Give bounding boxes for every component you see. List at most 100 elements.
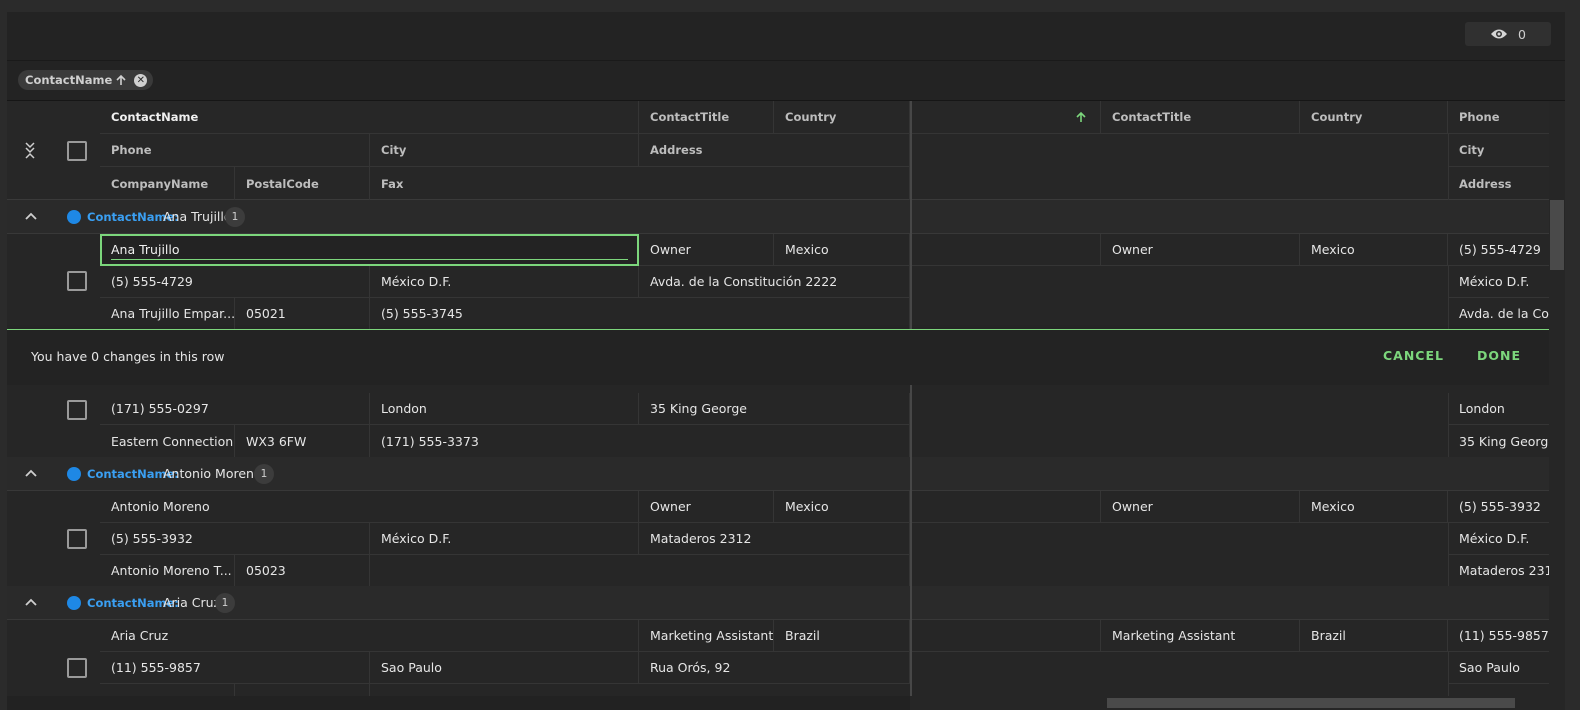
- cell-contacttitle[interactable]: Marketing Assistant: [639, 620, 774, 652]
- cell-contactname[interactable]: Antonio Moreno: [100, 491, 639, 523]
- chevron-up-icon[interactable]: [23, 595, 39, 611]
- cell-right-contacttitle[interactable]: Owner: [1101, 234, 1300, 266]
- chevron-up-icon[interactable]: [23, 466, 39, 482]
- cell-city[interactable]: Sao Paulo: [370, 652, 639, 684]
- header-country[interactable]: Country: [774, 101, 910, 134]
- cell-right-country[interactable]: Brazil: [1300, 620, 1448, 652]
- header-postalcode[interactable]: PostalCode: [235, 167, 370, 200]
- select-all-checkbox[interactable]: [67, 141, 87, 161]
- cell-phone[interactable]: (5) 555-4729: [100, 266, 370, 298]
- cell-city[interactable]: London: [370, 393, 639, 425]
- chevron-up-icon[interactable]: [23, 209, 39, 225]
- cell-right-address[interactable]: 35 King George: [1448, 425, 1549, 457]
- cell-right-contacttitle[interactable]: Marketing Assistant: [1101, 620, 1300, 652]
- group-row[interactable]: ContactName: Antonio Moreno 1: [7, 457, 1549, 491]
- vertical-scrollbar[interactable]: [1549, 101, 1565, 710]
- group-row[interactable]: ContactName: Ana Trujillo 1: [7, 200, 1549, 234]
- vertical-scrollbar-thumb[interactable]: [1550, 200, 1564, 270]
- done-button[interactable]: DONE: [1477, 348, 1521, 363]
- header-right-phone[interactable]: Phone: [1448, 101, 1549, 134]
- header-city[interactable]: City: [370, 134, 639, 167]
- cell-right-city[interactable]: México D.F.: [1448, 523, 1549, 555]
- table-row-editing[interactable]: Owner Mexico (5) 555-4729 México D.F. Av…: [7, 234, 1549, 329]
- cell-phone[interactable]: (11) 555-9857: [100, 652, 370, 684]
- header-row: ContactName ContactTitle Country Phone C…: [7, 101, 1549, 200]
- cancel-button[interactable]: CANCEL: [1383, 348, 1444, 363]
- header-companyname[interactable]: CompanyName: [100, 167, 235, 200]
- table-row[interactable]: (171) 555-0297 London 35 King George Eas…: [7, 385, 1549, 457]
- cell-companyname[interactable]: Eastern Connection: [100, 425, 235, 457]
- cell-right-phone[interactable]: (5) 555-3932: [1448, 491, 1549, 523]
- header-right-city[interactable]: City: [1448, 134, 1549, 167]
- cell-companyname[interactable]: Antonio Moreno T...: [100, 555, 235, 586]
- row-checkbox[interactable]: [67, 271, 87, 291]
- header-contacttitle[interactable]: ContactTitle: [639, 101, 774, 134]
- group-count-badge: 1: [215, 593, 235, 613]
- cell-address[interactable]: Avda. de la Constitución 2222: [639, 266, 910, 298]
- cell-right-country[interactable]: Mexico: [1300, 234, 1448, 266]
- row-divider: [1448, 393, 1449, 457]
- cell-contactname[interactable]: Aria Cruz: [100, 620, 639, 652]
- cell-city[interactable]: México D.F.: [370, 266, 639, 298]
- table-row[interactable]: Antonio Moreno Owner Mexico (5) 555-3932…: [7, 491, 1549, 586]
- cell-contacttitle[interactable]: Owner: [639, 491, 774, 523]
- header-contactname[interactable]: ContactName: [100, 101, 639, 134]
- row-divider: [1448, 523, 1449, 586]
- cell-right-city[interactable]: London: [1448, 393, 1549, 425]
- header-phone[interactable]: Phone: [100, 134, 370, 167]
- cell-empty: [912, 491, 1101, 523]
- row-edit-overlay: You have 0 changes in this row CANCEL DO…: [7, 329, 1549, 385]
- cell-companyname[interactable]: Ana Trujillo Empar...: [100, 298, 235, 329]
- cell-right-city[interactable]: México D.F.: [1448, 266, 1549, 298]
- row-checkbox[interactable]: [67, 400, 87, 420]
- cell-right-address[interactable]: Mataderos 2312: [1448, 555, 1549, 586]
- row-checkbox[interactable]: [67, 658, 87, 678]
- cell-postalcode[interactable]: WX3 6FW: [235, 425, 370, 457]
- cell-postalcode[interactable]: [235, 684, 370, 696]
- cell-country[interactable]: Mexico: [774, 234, 910, 266]
- group-row[interactable]: ContactName: Aria Cruz 1: [7, 586, 1549, 620]
- cell-address[interactable]: 35 King George: [639, 393, 910, 425]
- cell-fax[interactable]: (5) 555-3745: [370, 298, 910, 329]
- cell-postalcode[interactable]: 05023: [235, 555, 370, 586]
- cell-phone[interactable]: (5) 555-3932: [100, 523, 370, 555]
- group-count-badge: 1: [254, 464, 274, 484]
- group-by-area: ContactName ✕: [7, 61, 1565, 101]
- header-fax[interactable]: Fax: [370, 167, 910, 200]
- cell-address[interactable]: Rua Orós, 92: [639, 652, 910, 684]
- cell-right-country[interactable]: Mexico: [1300, 491, 1448, 523]
- group-icon: [67, 210, 81, 224]
- cell-fax[interactable]: [370, 555, 910, 586]
- cell-city[interactable]: México D.F.: [370, 523, 639, 555]
- header-sorted-column[interactable]: [912, 101, 1101, 134]
- table-row[interactable]: Aria Cruz Marketing Assistant Brazil (11…: [7, 620, 1549, 696]
- cell-companyname[interactable]: [100, 684, 235, 696]
- cell-address[interactable]: Mataderos 2312: [639, 523, 910, 555]
- hidden-columns-count: 0: [1518, 26, 1526, 42]
- row-checkbox[interactable]: [67, 529, 87, 549]
- header-right-contacttitle[interactable]: ContactTitle: [1101, 101, 1300, 134]
- hidden-columns-button[interactable]: 0: [1465, 22, 1551, 46]
- header-right-country[interactable]: Country: [1300, 101, 1448, 134]
- cell-right-contacttitle[interactable]: Owner: [1101, 491, 1300, 523]
- collapse-all-icon[interactable]: [24, 141, 36, 159]
- header-right-address[interactable]: Address: [1448, 167, 1549, 200]
- cell-right-phone[interactable]: (5) 555-4729: [1448, 234, 1549, 266]
- cell-contacttitle[interactable]: Owner: [639, 234, 774, 266]
- cell-fax[interactable]: (171) 555-3373: [370, 425, 910, 457]
- contactname-input[interactable]: [111, 240, 628, 260]
- cell-country[interactable]: Brazil: [774, 620, 910, 652]
- horizontal-scrollbar-thumb[interactable]: [1107, 698, 1515, 708]
- arrow-up-icon[interactable]: [115, 74, 127, 86]
- header-divider: [1448, 134, 1449, 200]
- cell-phone[interactable]: (171) 555-0297: [100, 393, 370, 425]
- cell-right-city[interactable]: Sao Paulo: [1448, 652, 1549, 684]
- cell-right-address[interactable]: Avda. de la Cons: [1448, 298, 1549, 329]
- cell-postalcode[interactable]: 05021: [235, 298, 370, 329]
- header-address[interactable]: Address: [639, 134, 910, 167]
- cell-country[interactable]: Mexico: [774, 491, 910, 523]
- group-chip-contactname[interactable]: ContactName ✕: [18, 70, 154, 90]
- close-circle-icon[interactable]: ✕: [134, 73, 148, 87]
- contactname-editor[interactable]: [100, 234, 639, 266]
- cell-right-phone[interactable]: (11) 555-9857: [1448, 620, 1549, 652]
